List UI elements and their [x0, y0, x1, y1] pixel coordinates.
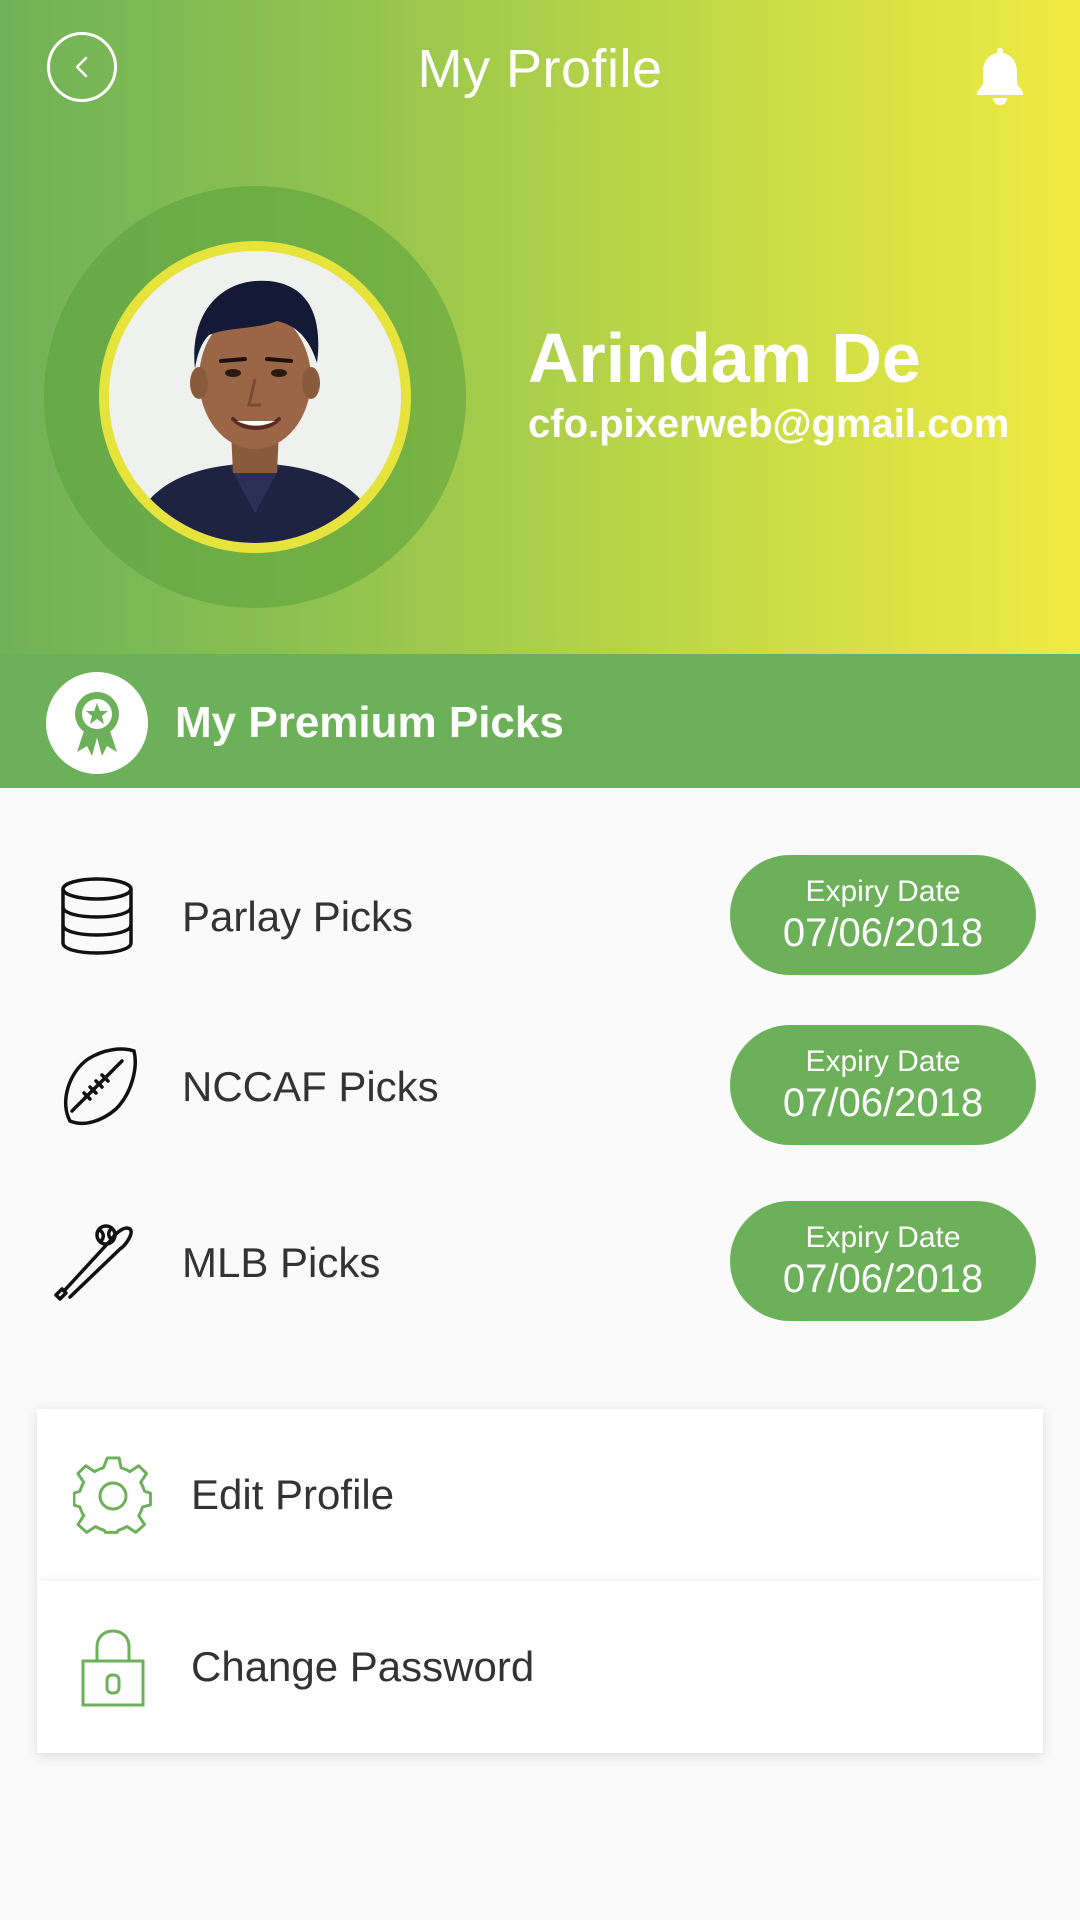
- profile-header: My Profile Arindam De cfo.pixerweb@gmail…: [0, 0, 1080, 654]
- change-password-button[interactable]: Change Password: [37, 1581, 1043, 1753]
- avatar[interactable]: [109, 251, 401, 543]
- expiry-caption: Expiry Date: [805, 1221, 961, 1254]
- expiry-date: 07/06/2018: [782, 911, 984, 955]
- user-email: cfo.pixerweb@gmail.com: [528, 402, 1010, 446]
- user-photo: [109, 251, 401, 543]
- baseball-bat-icon: [54, 1224, 133, 1301]
- page-title: My Profile: [417, 39, 663, 99]
- edit-profile-label: Edit Profile: [191, 1471, 395, 1518]
- expiry-badge: Expiry Date 07/06/2018: [730, 1025, 1036, 1145]
- football-icon: [64, 1047, 137, 1126]
- expiry-caption: Expiry Date: [805, 1045, 961, 1078]
- gear-icon: [73, 1456, 152, 1534]
- pick-label: NCCAF Picks: [182, 1063, 439, 1110]
- expiry-date: 07/06/2018: [782, 1257, 984, 1301]
- pick-row-parlay[interactable]: Parlay Picks Expiry Date 07/06/2018: [0, 855, 1080, 975]
- lock-icon: [81, 1629, 145, 1707]
- premium-badge: [46, 672, 148, 774]
- avatar-ring: [99, 241, 411, 553]
- pick-label: Parlay Picks: [182, 893, 414, 940]
- pick-label: MLB Picks: [182, 1239, 381, 1286]
- pick-row-mlb[interactable]: MLB Picks Expiry Date 07/06/2018: [0, 1201, 1080, 1321]
- expiry-badge: Expiry Date 07/06/2018: [730, 1201, 1036, 1321]
- premium-title: My Premium Picks: [175, 698, 564, 747]
- expiry-badge: Expiry Date 07/06/2018: [730, 855, 1036, 975]
- expiry-date: 07/06/2018: [782, 1081, 984, 1125]
- database-stack-icon: [61, 877, 133, 955]
- edit-profile-button[interactable]: Edit Profile: [37, 1409, 1043, 1581]
- premium-picks-header: My Premium Picks: [0, 654, 1080, 788]
- bell-icon[interactable]: [972, 44, 1028, 106]
- change-password-label: Change Password: [191, 1643, 535, 1690]
- expiry-caption: Expiry Date: [805, 875, 961, 908]
- pick-row-nccaf[interactable]: NCCAF Picks Expiry Date 07/06/2018: [0, 1025, 1080, 1145]
- user-name: Arindam De: [528, 319, 921, 397]
- award-ribbon-icon: [75, 692, 119, 756]
